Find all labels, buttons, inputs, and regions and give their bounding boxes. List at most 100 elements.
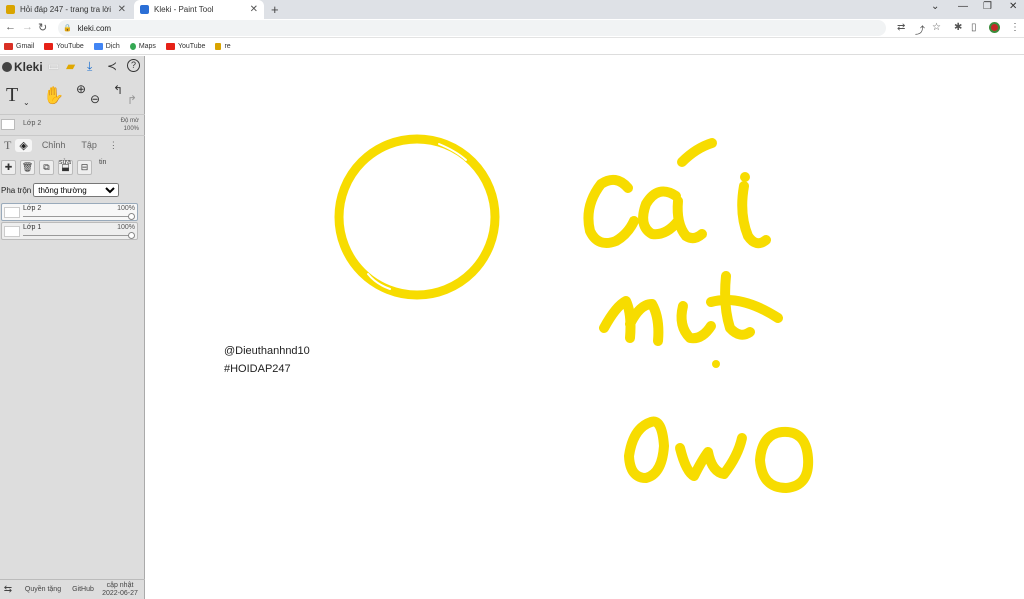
address-bar-row: ← → ↻ 🔒 kleki.com ⇄ ⤴ ☆ ✱ ▯ ⋮	[0, 19, 1024, 38]
handwriting-cai	[737, 181, 771, 249]
translate-icon[interactable]: ⇄	[897, 22, 905, 33]
bookmark-label: YouTube	[177, 42, 206, 50]
back-icon[interactable]: ←	[5, 21, 16, 33]
bookmark-dich[interactable]: Dịch	[93, 42, 120, 50]
more-dots-icon[interactable]: ⋮	[105, 140, 122, 151]
handwriting-o	[624, 416, 669, 483]
blend-mode-row: Pha trộn thông thường	[0, 182, 145, 198]
opacity-slider-handle[interactable]	[128, 213, 135, 220]
kleki-logo[interactable]: Kleki	[2, 60, 43, 74]
handwriting-nit	[706, 271, 783, 340]
translate-icon	[93, 42, 103, 50]
bookmark-maps[interactable]: Maps	[129, 42, 156, 50]
canvas-drawing	[334, 134, 814, 493]
share-icon[interactable]: ⤴	[915, 22, 925, 37]
window-close-icon[interactable]: ✕	[1009, 1, 1017, 12]
lock-icon: 🔒	[63, 25, 72, 32]
extensions-icon[interactable]: ✱	[954, 22, 962, 33]
minimize-icon[interactable]: —	[958, 1, 968, 12]
swap-side-icon[interactable]: ⇆	[0, 584, 16, 595]
text-tool-icon[interactable]: T	[6, 84, 18, 107]
close-icon[interactable]: ✕	[250, 4, 258, 15]
credit-username: @Dieuthanhnd10	[224, 345, 310, 357]
redo-icon[interactable]: ↱	[127, 93, 137, 107]
side-panel-icon[interactable]: ▯	[971, 22, 977, 33]
tab-layers[interactable]: ◈	[15, 138, 32, 152]
share-icon[interactable]: ≺	[107, 59, 117, 73]
handwriting-dot	[740, 172, 750, 182]
layer-item-2[interactable]: Lớp 2 100%	[1, 203, 138, 221]
handwriting-nit	[676, 301, 716, 344]
privacy-link[interactable]: Quyền tặng	[16, 586, 70, 593]
restore-icon[interactable]: ❐	[983, 1, 992, 12]
handwriting-cai	[638, 186, 707, 244]
active-layer-opacity: Độ mờ 100%	[121, 117, 139, 133]
tab-adjust[interactable]: Chỉnh	[38, 140, 70, 150]
maps-pin-icon	[129, 42, 136, 50]
bookmark-label: Gmail	[16, 42, 35, 50]
tab-kleki[interactable]: Kleki - Paint Tool ✕	[134, 0, 264, 19]
layer-thumbnail	[1, 119, 15, 130]
new-tab-button[interactable]: +	[271, 2, 279, 17]
bookmark-gmail[interactable]: Gmail	[4, 42, 35, 50]
bookmark-youtube-2[interactable]: YouTube	[165, 42, 206, 50]
update-label: cập nhật	[106, 581, 134, 589]
update-info[interactable]: cập nhật 2022-06-27	[96, 582, 144, 598]
download-icon[interactable]: ⤓	[87, 59, 92, 74]
kleki-sidebar: Kleki ▭ ▰ ⤓ ≺ ? T ⌄ ✋ ⊕ ⊖ ↰ ↱ Lớp 2 Độ m…	[0, 56, 145, 599]
bookmarks-bar: Gmail YouTube Dịch Maps YouTube re	[0, 38, 1024, 55]
url-bar[interactable]: 🔒 kleki.com	[58, 20, 886, 36]
layer-thumbnail	[4, 226, 20, 237]
tab-hoidap[interactable]: Hỏi đáp 247 - trang tra lời ✕	[0, 0, 132, 19]
github-link[interactable]: GitHub	[70, 586, 96, 593]
undo-icon[interactable]: ↰	[113, 83, 123, 97]
hand-tool-icon[interactable]: ✋	[43, 86, 64, 106]
zoom-out-icon[interactable]: ⊖	[90, 92, 100, 106]
drawing-canvas[interactable]: @Dieuthanhnd10 #HOIDAP247	[146, 56, 1024, 599]
sidebar-tabs: T ◈ Chỉnh Tập ⋮	[0, 135, 145, 154]
bookmark-youtube[interactable]: YouTube	[44, 42, 84, 50]
tab-search-icon[interactable]: ⌄	[931, 1, 939, 12]
opacity-slider-track[interactable]	[23, 216, 133, 217]
profile-avatar[interactable]	[989, 22, 1000, 33]
delete-layer-icon[interactable]: 🗑	[20, 160, 35, 175]
handwriting-w	[675, 433, 747, 481]
blend-mode-select[interactable]: thông thường	[33, 183, 120, 197]
add-layer-icon[interactable]: ✚	[1, 160, 16, 175]
youtube-icon	[44, 42, 54, 50]
sidebar-footer: ⇆ Quyền tặng GitHub cập nhật 2022-06-27	[0, 579, 145, 599]
forward-icon[interactable]: →	[22, 21, 33, 33]
logo-text: Kleki	[14, 60, 43, 74]
info-label: tin	[99, 159, 107, 166]
duplicate-layer-icon[interactable]: ⧉	[39, 160, 54, 175]
chevron-down-icon[interactable]: ⌄	[23, 98, 30, 107]
layer-item-1[interactable]: Lớp 1 100%	[1, 222, 138, 240]
opacity-slider-handle[interactable]	[128, 232, 135, 239]
new-image-icon[interactable]: ▭	[48, 59, 59, 73]
open-folder-icon[interactable]: ▰	[66, 59, 75, 73]
handwriting-cai-accent	[677, 138, 717, 167]
youtube-icon	[165, 42, 175, 50]
tab-file[interactable]: Tập	[77, 140, 101, 150]
bookmark-label: re	[224, 42, 231, 50]
reload-icon[interactable]: ↻	[38, 21, 47, 34]
kleki-favicon-icon	[140, 5, 149, 14]
help-icon[interactable]: ?	[127, 59, 140, 72]
layer-thumbnail	[4, 207, 20, 218]
browser-tab-bar: Hỏi đáp 247 - trang tra lời ✕ Kleki - Pa…	[0, 0, 1024, 19]
close-icon[interactable]: ✕	[118, 4, 126, 15]
tab-title: Kleki - Paint Tool	[154, 5, 214, 14]
bookmark-star-icon[interactable]: ☆	[932, 22, 941, 33]
logo-row: Kleki ▭ ▰ ⤓ ≺ ?	[0, 56, 145, 78]
zoom-in-icon[interactable]: ⊕	[76, 82, 86, 96]
bookmark-re[interactable]: re	[215, 42, 231, 50]
handwriting-nit	[599, 296, 664, 346]
credit-hashtag: #HOIDAP247	[224, 363, 291, 375]
tab-text[interactable]: T	[0, 138, 15, 153]
rename-layer-icon[interactable]: ⊟	[77, 160, 92, 175]
opacity-slider-track[interactable]	[23, 235, 133, 236]
menu-dots-icon[interactable]: ⋮	[1010, 22, 1020, 33]
active-layer-name: Lớp 2	[23, 120, 42, 127]
layer-actions: ✚ 🗑 ⧉ ⬓ ⊟ sửa tin	[0, 157, 145, 179]
bookmark-label: YouTube	[56, 42, 84, 50]
